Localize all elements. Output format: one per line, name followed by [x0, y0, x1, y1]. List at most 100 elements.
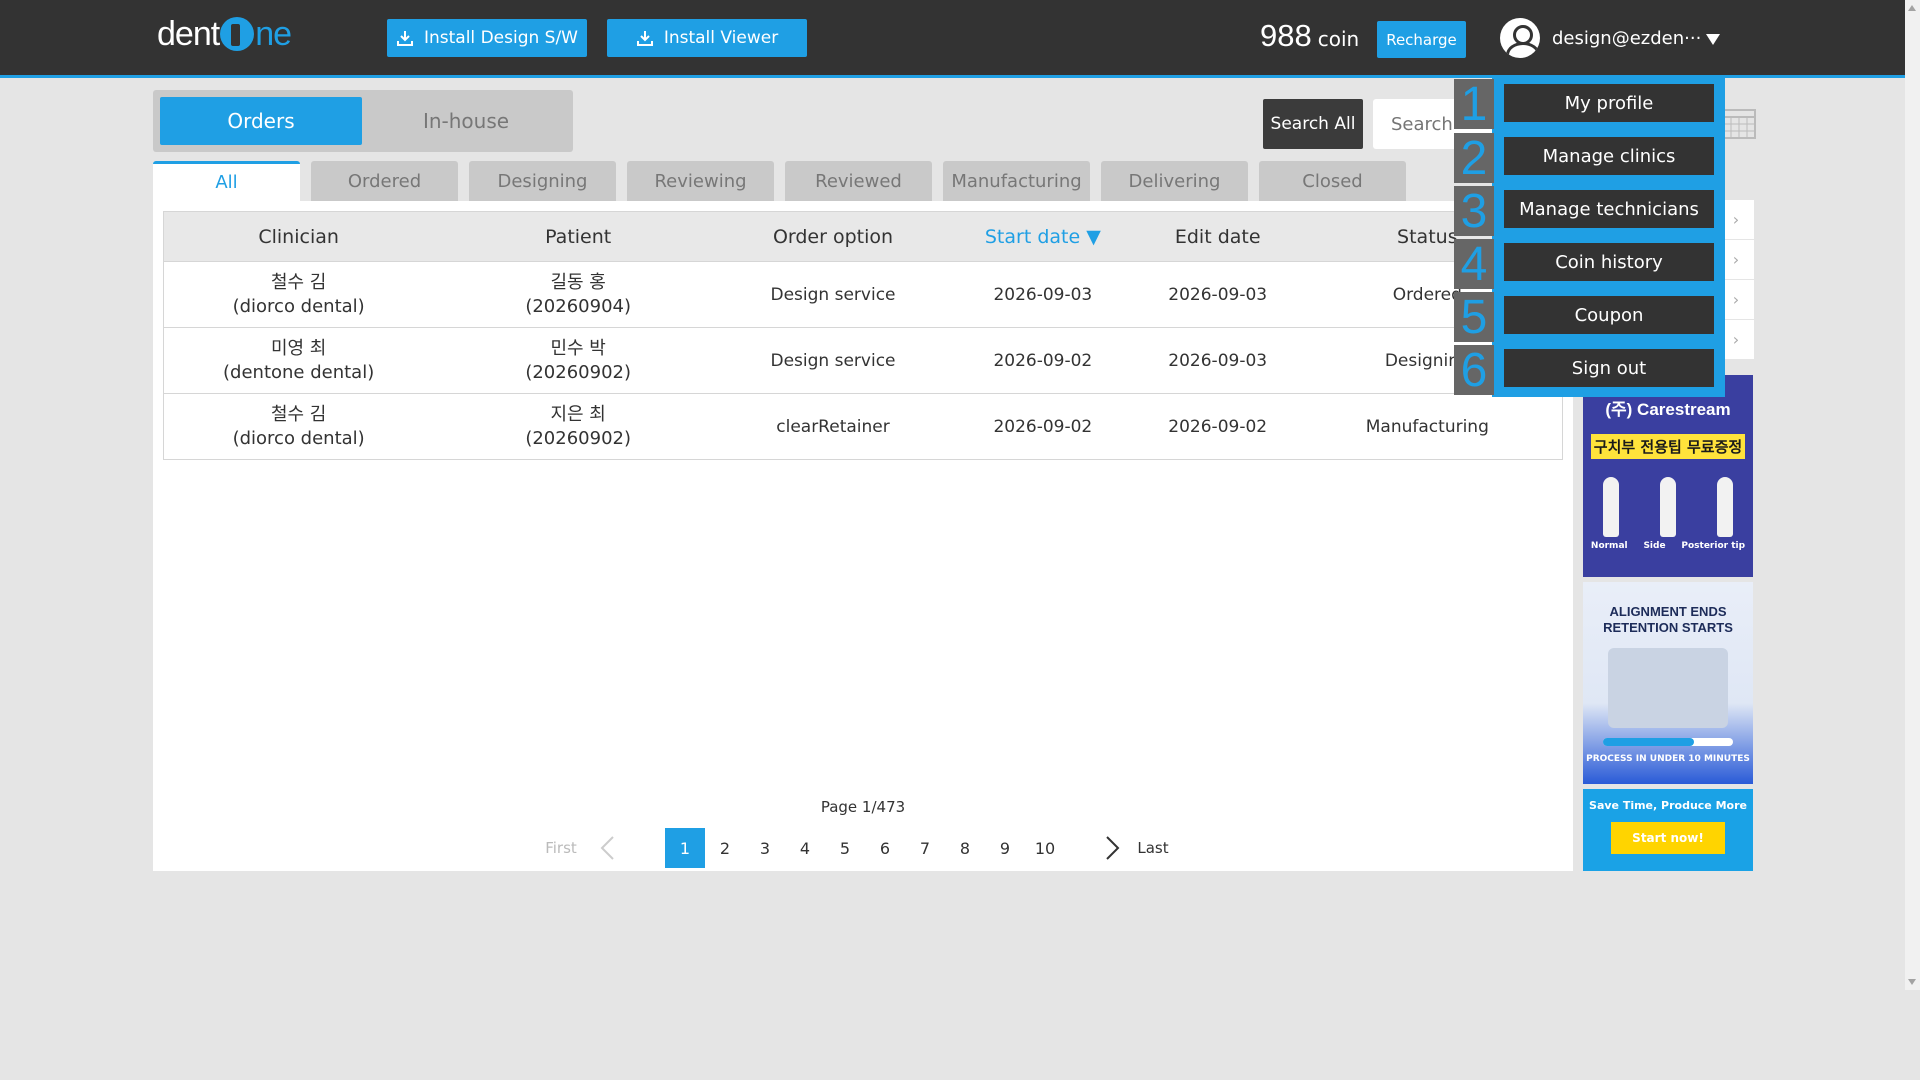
pagination: First 1 2 3 4 5 6 7 8 9 10 Last: [153, 828, 1573, 868]
col-start-date[interactable]: Start date ▼: [942, 211, 1143, 262]
ad-headline: ALIGNMENT ENDS RETENTION STARTS: [1603, 604, 1733, 635]
patient-cell: 길동 홍 (20260904): [433, 261, 724, 328]
status-cell: Manufacturing: [1292, 393, 1563, 460]
logo-text-accent: ne: [255, 14, 292, 53]
chevron-left-icon[interactable]: [595, 834, 623, 862]
clinician-cell: 미영 최 (dentone dental): [163, 327, 434, 394]
patient-cell: 지은 최 (20260902): [433, 393, 724, 460]
install-design-button[interactable]: Install Design S/W: [387, 19, 587, 57]
user-email: design@ezden···: [1552, 27, 1702, 49]
page-1[interactable]: 1: [665, 828, 705, 868]
page-9[interactable]: 9: [985, 828, 1025, 868]
menu-index-4: 4: [1454, 238, 1494, 291]
chevron-down-icon[interactable]: [1706, 34, 1720, 45]
start-date-cell: 2026-09-03: [942, 261, 1143, 328]
patient-cell: 민수 박 (20260902): [433, 327, 724, 394]
coin-history-menu-item[interactable]: Coin history: [1504, 243, 1714, 281]
page-10[interactable]: 10: [1025, 828, 1065, 868]
coupon-menu-item[interactable]: Coupon: [1504, 296, 1714, 334]
edit-date-cell: 2026-09-02: [1142, 393, 1293, 460]
install-viewer-label: Install Viewer: [663, 28, 779, 48]
sign-out-menu-item[interactable]: Sign out: [1504, 349, 1714, 387]
order-option-cell: Design service: [723, 327, 943, 394]
menu-index-1: 1: [1454, 78, 1494, 131]
manage-technicians-menu-item[interactable]: Manage technicians: [1504, 190, 1714, 228]
tab-reviewing[interactable]: Reviewing: [627, 161, 774, 201]
last-page-link[interactable]: Last: [1123, 828, 1183, 868]
tab-ordered[interactable]: Ordered: [311, 161, 458, 201]
orders-panel: Clinician Patient Order option Start dat…: [153, 201, 1573, 871]
page-8[interactable]: 8: [945, 828, 985, 868]
chevron-right-icon[interactable]: [1097, 834, 1125, 862]
download-icon: [396, 31, 413, 46]
install-viewer-button[interactable]: Install Viewer: [607, 19, 807, 57]
ad-tagline: Save Time, Produce More: [1589, 799, 1747, 812]
ad-tip-labels: Normal Side Posterior tip: [1590, 541, 1746, 551]
recharge-button[interactable]: Recharge: [1377, 21, 1466, 58]
clinician-cell: 철수 김 (diorco dental): [163, 393, 434, 460]
order-option-cell: clearRetainer: [723, 393, 943, 460]
col-order-option[interactable]: Order option: [723, 211, 943, 262]
scroll-down-icon[interactable]: [1908, 979, 1916, 985]
clinician-cell: 철수 김 (diorco dental): [163, 261, 434, 328]
tab-delivering[interactable]: Delivering: [1101, 161, 1248, 201]
table-row[interactable]: 미영 최 (dentone dental) 민수 박 (20260902) Desi…: [163, 327, 1563, 394]
table-header-row: Clinician Patient Order option Start dat…: [163, 211, 1563, 262]
col-clinician[interactable]: Clinician: [163, 211, 434, 262]
page-2[interactable]: 2: [705, 828, 745, 868]
ad-product-images: [1583, 477, 1753, 537]
search-all-button[interactable]: Search All: [1263, 99, 1363, 149]
menu-index-5: 5: [1454, 291, 1494, 344]
coin-unit: coin: [1317, 27, 1360, 51]
tab-reviewed[interactable]: Reviewed: [785, 161, 932, 201]
logo-o-icon: [220, 17, 255, 51]
orders-segment[interactable]: Orders: [160, 97, 362, 145]
start-date-cell: 2026-09-02: [942, 393, 1143, 460]
menu-index-2: 2: [1454, 132, 1494, 185]
menu-index-6: 6: [1454, 344, 1494, 397]
table-row[interactable]: 철수 김 (diorco dental) 지은 최 (20260902) clear…: [163, 393, 1563, 460]
scroll-up-icon[interactable]: [1908, 5, 1916, 11]
page-scrollbar[interactable]: [1905, 0, 1920, 990]
tab-all[interactable]: All: [153, 161, 300, 201]
page-4[interactable]: 4: [785, 828, 825, 868]
coin-balance: 988 coin: [1260, 18, 1359, 54]
retention-ad-banner[interactable]: ALIGNMENT ENDS RETENTION STARTS PROCESS …: [1583, 582, 1753, 784]
ad-promo-text: 구치부 전용팁 무료증정: [1591, 434, 1745, 459]
dentone-logo[interactable]: dent ne: [157, 14, 292, 54]
col-edit-date[interactable]: Edit date: [1142, 211, 1293, 262]
ad-progress-bar: [1603, 738, 1733, 746]
user-menu-toggle[interactable]: design@ezden···: [1500, 18, 1701, 58]
calendar-icon[interactable]: [1720, 104, 1758, 142]
logo-text: dent: [157, 14, 220, 53]
tab-designing[interactable]: Designing: [469, 161, 616, 201]
first-page-link[interactable]: First: [531, 828, 591, 868]
start-date-cell: 2026-09-02: [942, 327, 1143, 394]
order-type-toggle: Orders In-house: [153, 90, 573, 152]
page-6[interactable]: 6: [865, 828, 905, 868]
start-now-ad-banner[interactable]: Save Time, Produce More Start now!: [1583, 789, 1753, 871]
tab-manufacturing[interactable]: Manufacturing: [943, 161, 1090, 201]
tab-closed[interactable]: Closed: [1259, 161, 1406, 201]
ad-brand: (주) Carestream: [1605, 400, 1731, 419]
edit-date-cell: 2026-09-03: [1142, 261, 1293, 328]
table-row[interactable]: 철수 김 (diorco dental) 길동 홍 (20260904) Desig…: [163, 261, 1563, 328]
menu-index-3: 3: [1454, 185, 1494, 238]
manage-clinics-menu-item[interactable]: Manage clinics: [1504, 137, 1714, 175]
ad-start-now-button[interactable]: Start now!: [1611, 822, 1725, 854]
orders-table: Clinician Patient Order option Start dat…: [163, 211, 1563, 460]
inhouse-segment[interactable]: In-house: [365, 97, 567, 145]
coin-value: 988: [1260, 18, 1312, 53]
page-3[interactable]: 3: [745, 828, 785, 868]
top-bar: dent ne Install Design S/W Install Viewer…: [0, 0, 1905, 78]
page-5[interactable]: 5: [825, 828, 865, 868]
download-icon: [636, 31, 653, 46]
order-option-cell: Design service: [723, 261, 943, 328]
page-7[interactable]: 7: [905, 828, 945, 868]
edit-date-cell: 2026-09-03: [1142, 327, 1293, 394]
carestream-ad-banner[interactable]: (주) Carestream 구치부 전용팁 무료증정 Normal Side Po…: [1583, 375, 1753, 577]
install-design-label: Install Design S/W: [423, 28, 578, 48]
my-profile-menu-item[interactable]: My profile: [1504, 84, 1714, 122]
page-indicator: Page 1/473: [820, 798, 906, 816]
col-patient[interactable]: Patient: [433, 211, 724, 262]
